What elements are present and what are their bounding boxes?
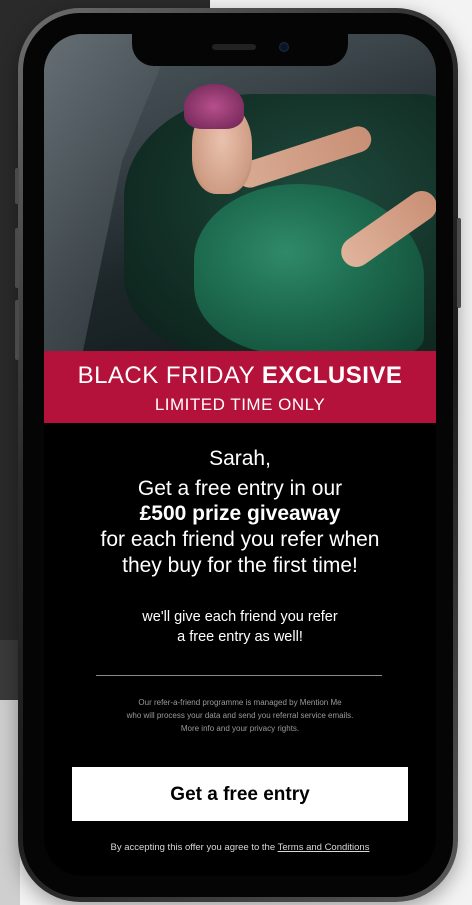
front-camera-icon [279,42,289,52]
phone-volume-down-button [15,300,19,360]
terms-notice: By accepting this offer you agree to the… [44,842,436,853]
hero-hair [184,84,244,129]
phone-notch [132,34,348,66]
phone-mute-switch [15,168,19,204]
phone-power-button [457,218,461,308]
terms-and-conditions-link[interactable]: Terms and Conditions [278,842,370,853]
banner-headline-light: BLACK FRIDAY [77,362,262,389]
background-laptop-base [0,700,20,905]
divider [96,675,382,676]
privacy-line-1: Our refer-a-friend programme is managed … [138,698,342,707]
phone-screen: BLACK FRIDAY EXCLUSIVE LIMITED TIME ONLY… [44,34,436,876]
terms-notice-text: By accepting this offer you agree to the [110,842,278,853]
get-free-entry-button[interactable]: Get a free entry [72,767,408,821]
hero-image [44,34,436,351]
privacy-line-2: who will process your data and send you … [126,711,354,720]
offer-line-4: they buy for the first time! [122,554,358,577]
offer-prize: £500 prize giveaway [139,502,341,525]
offer-line-3: for each friend you refer when [100,528,380,551]
bonus-line-1: we'll give each friend you refer [142,609,338,625]
privacy-info-link[interactable]: More info and your privacy rights. [44,724,436,733]
banner-headline: BLACK FRIDAY EXCLUSIVE [44,362,436,390]
speaker-grille [212,44,256,50]
offer-line-1: Get a free entry in our [137,477,343,500]
bonus-line-2: a free entry as well! [177,629,303,645]
phone-volume-up-button [15,228,19,288]
greeting-text: Sarah, [209,447,271,470]
promo-banner: BLACK FRIDAY EXCLUSIVE LIMITED TIME ONLY [44,351,436,423]
banner-subheadline: LIMITED TIME ONLY [154,395,326,414]
banner-headline-bold: EXCLUSIVE [261,362,403,389]
